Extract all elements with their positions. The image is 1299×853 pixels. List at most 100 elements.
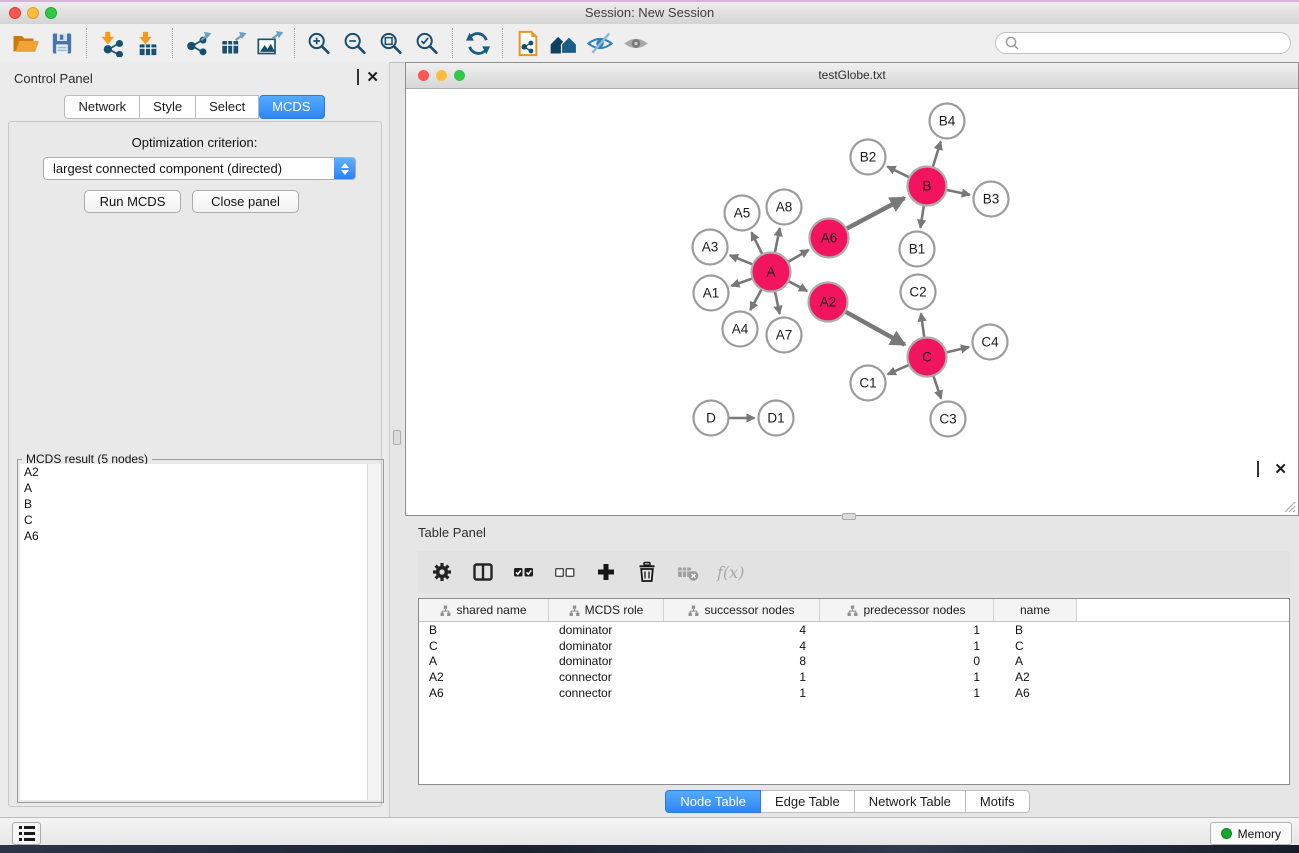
result-list-item[interactable]: B <box>20 496 368 512</box>
close-panel-button[interactable]: Close panel <box>192 190 299 213</box>
float-panel-icon[interactable] <box>357 72 359 82</box>
tab-mcds[interactable]: MCDS <box>259 95 324 119</box>
new-network-from-selection-icon[interactable] <box>510 27 546 59</box>
edge-A-A1[interactable] <box>731 278 752 285</box>
memory-button[interactable]: Memory <box>1210 822 1292 845</box>
node-C4[interactable]: C4 <box>973 325 1008 360</box>
edge-A-A5[interactable] <box>751 232 762 254</box>
close-panel-icon[interactable]: ✕ <box>366 72 379 83</box>
node-A3[interactable]: A3 <box>693 230 728 265</box>
table-row[interactable]: Adominator80A <box>419 654 1289 670</box>
select-all-icon[interactable] <box>512 560 536 584</box>
maximize-window-button[interactable] <box>45 7 57 19</box>
edge-A-A8[interactable] <box>775 228 780 253</box>
minimize-network-window-button[interactable] <box>436 70 447 81</box>
edge-C-C1[interactable] <box>888 365 909 374</box>
run-mcds-button[interactable]: Run MCDS <box>84 190 181 213</box>
maximize-network-window-button[interactable] <box>454 70 465 81</box>
optimization-criterion-dropdown[interactable]: largest connected component (directed) <box>43 157 356 180</box>
network-window-titlebar[interactable]: testGlobe.txt <box>406 63 1298 89</box>
result-list-item[interactable]: C <box>20 512 368 528</box>
tab-select[interactable]: Select <box>196 95 259 119</box>
edge-A-A7[interactable] <box>775 291 780 314</box>
node-B2[interactable]: B2 <box>851 140 886 175</box>
minimize-window-button[interactable] <box>27 7 39 19</box>
edge-B-B1[interactable] <box>920 205 924 228</box>
export-network-icon[interactable] <box>180 27 216 59</box>
import-table-icon[interactable] <box>130 27 166 59</box>
import-network-icon[interactable] <box>94 27 130 59</box>
result-list-item[interactable]: A6 <box>20 528 368 544</box>
table-row[interactable]: A6connector11A6 <box>419 685 1289 701</box>
tab-network[interactable]: Network <box>64 95 140 119</box>
table-settings-gear-icon[interactable] <box>430 560 454 584</box>
float-table-panel-icon[interactable] <box>1257 464 1259 474</box>
node-A7[interactable]: A7 <box>767 318 802 353</box>
show-columns-icon[interactable] <box>471 560 495 584</box>
node-D1[interactable]: D1 <box>759 401 794 436</box>
export-table-icon[interactable] <box>216 27 252 59</box>
edge-A-A3[interactable] <box>730 255 753 264</box>
close-network-window-button[interactable] <box>418 70 429 81</box>
window-resize-grip[interactable] <box>1282 499 1296 513</box>
delete-row-trash-icon[interactable] <box>635 560 659 584</box>
table-row[interactable]: Cdominator41C <box>419 638 1289 654</box>
hide-selected-eye-icon[interactable] <box>582 27 618 59</box>
task-history-button[interactable] <box>12 822 41 845</box>
zoom-fit-icon[interactable] <box>374 27 410 59</box>
node-C2[interactable]: C2 <box>901 275 936 310</box>
network-canvas-svg[interactable]: A A1 A2 A3 A4 A5 A6 A7 A8 B B1 B2 B3 B4 C C1 C2 C3 C4 D D1 <box>406 89 1298 515</box>
node-B3[interactable]: B3 <box>974 182 1009 217</box>
edge-C-C3[interactable] <box>933 375 941 398</box>
node-A[interactable]: A <box>752 253 791 292</box>
node-C[interactable]: C <box>908 338 947 377</box>
vertical-splitter-handle[interactable] <box>393 430 401 445</box>
add-row-plus-icon[interactable] <box>594 560 618 584</box>
zoom-selected-icon[interactable] <box>410 27 446 59</box>
open-session-icon[interactable] <box>8 27 44 59</box>
function-builder-icon[interactable]: f(x) <box>717 563 744 582</box>
node-C1[interactable]: C1 <box>851 366 886 401</box>
edge-C-C2[interactable] <box>921 313 924 337</box>
tab-node-table[interactable]: Node Table <box>665 790 761 813</box>
result-list-scrollbar[interactable] <box>367 464 381 800</box>
table-row[interactable]: A2connector11A2 <box>419 669 1289 685</box>
edge-A2-C[interactable] <box>845 311 905 344</box>
edge-A-A6[interactable] <box>788 250 809 262</box>
close-window-button[interactable] <box>9 7 21 19</box>
edge-B-B2[interactable] <box>887 166 909 177</box>
node-B4[interactable]: B4 <box>930 104 965 139</box>
search-input[interactable] <box>1026 35 1282 51</box>
node-table[interactable]: shared nameMCDS rolesuccessor nodesprede… <box>418 598 1290 785</box>
edge-C-C4[interactable] <box>946 347 969 353</box>
node-A5[interactable]: A5 <box>725 196 760 231</box>
close-table-panel-icon[interactable]: ✕ <box>1274 464 1287 475</box>
tab-network-table[interactable]: Network Table <box>855 790 966 813</box>
zoom-out-icon[interactable] <box>338 27 374 59</box>
node-A2[interactable]: A2 <box>809 283 848 322</box>
node-C3[interactable]: C3 <box>931 402 966 437</box>
edge-B-B4[interactable] <box>933 142 941 168</box>
node-A6[interactable]: A6 <box>810 219 849 258</box>
column-header-MCDS-role[interactable]: MCDS role <box>549 599 664 621</box>
node-A4[interactable]: A4 <box>723 312 758 347</box>
node-B1[interactable]: B1 <box>900 232 935 267</box>
dropdown-stepper-icon[interactable] <box>334 158 355 179</box>
column-header-predecessor-nodes[interactable]: predecessor nodes <box>820 599 994 621</box>
node-A8[interactable]: A8 <box>767 190 802 225</box>
node-B[interactable]: B <box>908 167 947 206</box>
result-list-item[interactable]: A2 <box>20 464 368 480</box>
main-titlebar[interactable]: Session: New Session <box>0 2 1299 25</box>
result-list-item[interactable]: A <box>20 480 368 496</box>
horizontal-splitter-handle[interactable] <box>842 513 856 520</box>
export-image-icon[interactable] <box>252 27 288 59</box>
tab-style[interactable]: Style <box>140 95 196 119</box>
zoom-in-icon[interactable] <box>302 27 338 59</box>
save-session-icon[interactable] <box>44 27 80 59</box>
tab-edge-table[interactable]: Edge Table <box>761 790 855 813</box>
node-A1[interactable]: A1 <box>694 276 729 311</box>
edge-B-B3[interactable] <box>946 190 970 195</box>
edge-A-A2[interactable] <box>788 281 807 291</box>
node-D[interactable]: D <box>694 401 729 436</box>
column-header-shared-name[interactable]: shared name <box>419 599 549 621</box>
